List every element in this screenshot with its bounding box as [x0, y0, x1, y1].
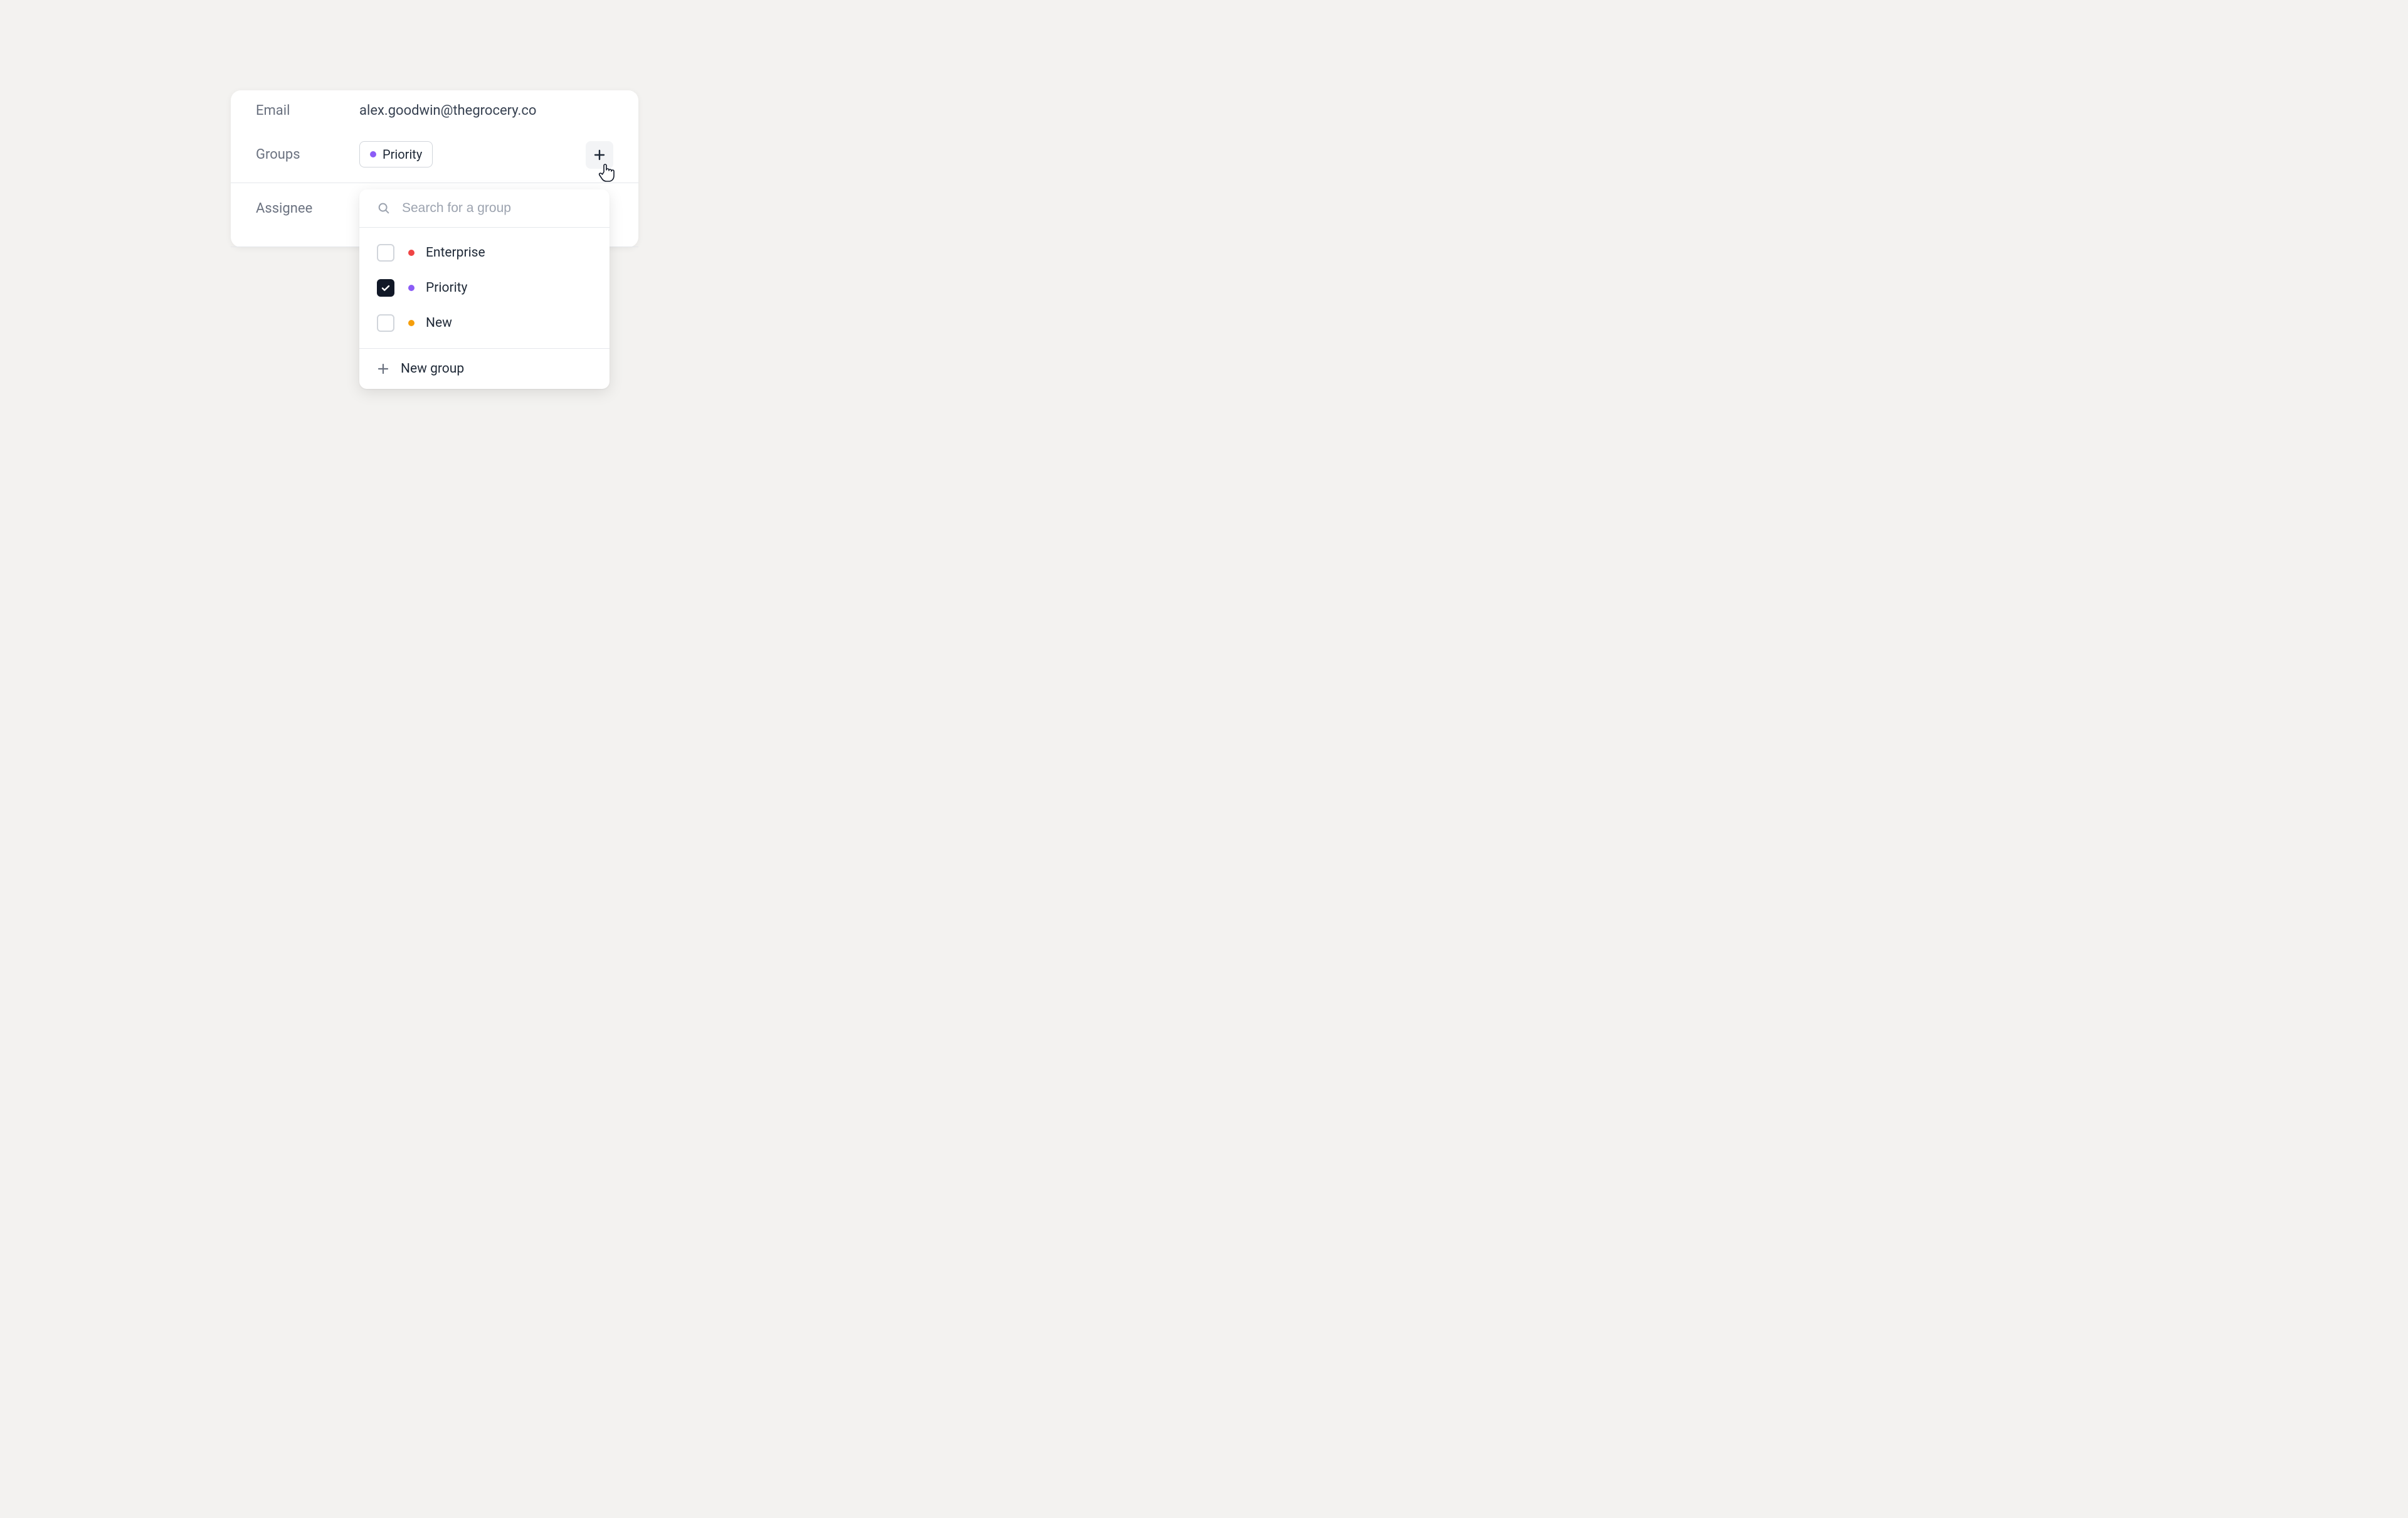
group-search-input[interactable]: [402, 201, 592, 216]
search-row: [359, 189, 610, 228]
group-option-priority[interactable]: Priority: [359, 270, 610, 305]
plus-icon: [593, 149, 606, 161]
group-dot-icon: [408, 285, 415, 291]
groups-row: Groups Priority: [231, 131, 638, 183]
group-dot-icon: [408, 250, 415, 256]
group-options-list: Enterprise Priority New: [359, 228, 610, 349]
check-icon: [381, 283, 391, 293]
group-option-label: New: [426, 316, 452, 331]
new-group-label: New group: [401, 361, 464, 376]
checkbox-unchecked[interactable]: [377, 314, 394, 332]
groups-label: Groups: [256, 147, 359, 162]
assignee-label: Assignee: [256, 201, 312, 216]
group-dot-icon: [408, 320, 415, 326]
search-icon: [377, 201, 391, 215]
email-value: alex.goodwin@thegrocery.co: [359, 103, 536, 119]
email-label: Email: [256, 103, 359, 119]
tag-label: Priority: [383, 147, 422, 162]
checkbox-checked[interactable]: [377, 279, 394, 297]
tag-dot-icon: [370, 151, 376, 157]
plus-icon: [377, 363, 389, 375]
group-option-label: Priority: [426, 280, 467, 295]
group-option-label: Enterprise: [426, 245, 485, 260]
add-group-button[interactable]: [586, 141, 613, 169]
group-option-enterprise[interactable]: Enterprise: [359, 235, 610, 270]
group-option-new[interactable]: New: [359, 305, 610, 341]
new-group-button[interactable]: New group: [359, 349, 610, 389]
group-dropdown: Enterprise Priority New New: [359, 189, 610, 389]
email-row: Email alex.goodwin@thegrocery.co: [231, 90, 638, 131]
group-tag-priority[interactable]: Priority: [359, 141, 433, 167]
checkbox-unchecked[interactable]: [377, 244, 394, 262]
